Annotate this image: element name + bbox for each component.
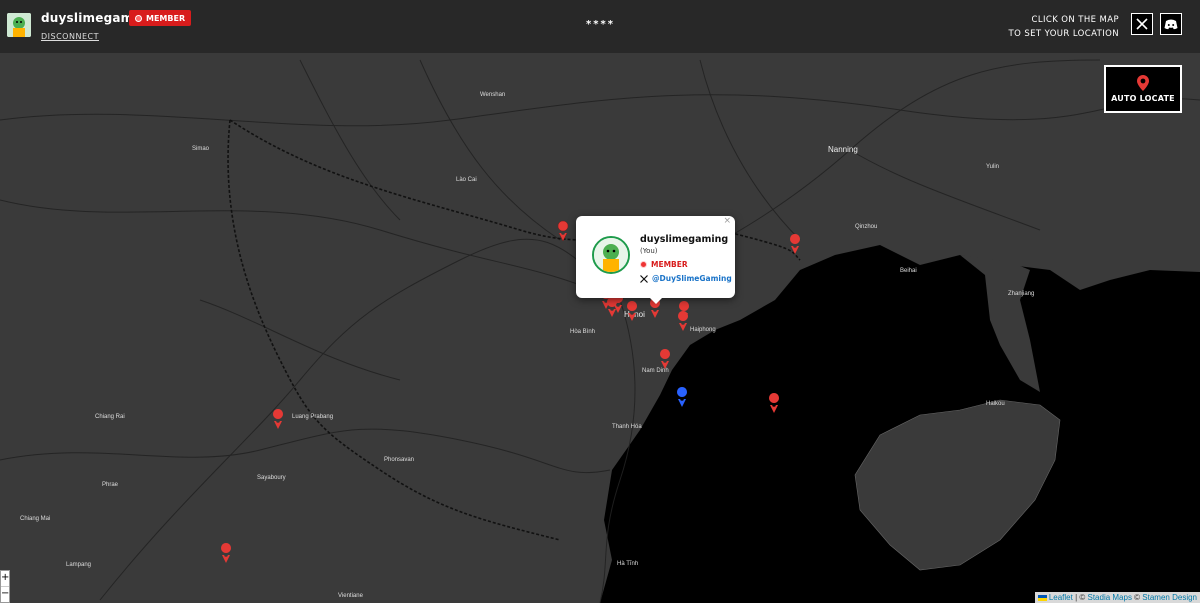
auto-locate-label: AUTO LOCATE [1111, 94, 1175, 103]
label-ha-tinh: Hà Tĩnh [617, 561, 638, 567]
label-beihai: Beihai [900, 268, 917, 274]
popup-member-label: MEMBER [651, 260, 688, 269]
label-zhanjiang: Zhanjiang [1008, 291, 1034, 297]
popup-member-badge: MEMBER [640, 260, 688, 269]
label-qinzhou: Qinzhou [855, 224, 877, 230]
stamen-link[interactable]: Stamen Design [1142, 593, 1197, 602]
label-chiang-mai: Chiang Mai [20, 516, 50, 522]
discord-button[interactable] [1160, 13, 1182, 35]
x-logo-icon [1136, 18, 1148, 30]
header-center-text: **** [586, 19, 615, 30]
user-avatar[interactable] [7, 13, 31, 37]
hint-line-2: TO SET YOUR LOCATION [1008, 29, 1119, 39]
label-luang-prabang: Luang Prabang [292, 414, 333, 420]
popup-username: duyslimegaming [640, 234, 729, 245]
label-phonsavan: Phonsavan [384, 457, 414, 463]
popup-close-button[interactable]: × [723, 216, 731, 226]
top-bar: duyslimegaming MEMBER DISCONNECT **** CL… [0, 0, 1200, 53]
avatar-image [7, 13, 31, 37]
leaflet-flag-icon [1037, 594, 1047, 601]
label-simao: Simao [192, 146, 210, 152]
map-attribution: Leaflet | © Stadia Maps © Stamen Design [1034, 592, 1200, 603]
location-pin-icon [1137, 75, 1149, 91]
map-canvas[interactable]: Nanning Hanoi Haiphong Nam Dinh Hòa Bình… [0, 0, 1200, 603]
label-yulin: Yulin [986, 164, 999, 170]
label-wenshan: Wenshan [480, 92, 505, 98]
hint-line-1: CLICK ON THE MAP [1031, 15, 1119, 25]
label-haikou: Haikou [986, 401, 1005, 407]
popup-member-dot-icon [640, 261, 647, 268]
auto-locate-button[interactable]: AUTO LOCATE [1104, 65, 1182, 113]
leaflet-link[interactable]: Leaflet [1049, 593, 1073, 602]
popup-avatar [592, 236, 630, 274]
label-nanning: Nanning [828, 145, 858, 154]
x-logo-icon [640, 274, 648, 283]
location-hint: CLICK ON THE MAP TO SET YOUR LOCATION [1009, 13, 1119, 41]
label-lao-cai: Lào Cai [456, 177, 477, 183]
attribution-sep-2: © [1131, 593, 1143, 602]
member-badge: MEMBER [129, 10, 192, 26]
label-haiphong: Haiphong [690, 327, 716, 333]
zoom-in-button[interactable]: + [1, 571, 9, 587]
label-hoa-binh: Hòa Bình [570, 329, 595, 335]
popup-avatar-image [594, 238, 628, 272]
label-chiang-rai: Chiang Rai [95, 414, 125, 420]
stadia-link[interactable]: Stadia Maps [1087, 593, 1131, 602]
label-nam-dinh: Nam Dinh [642, 368, 669, 374]
popup-you-label: (You) [640, 247, 658, 255]
label-phrae: Phrae [102, 482, 119, 488]
discord-icon [1164, 19, 1178, 29]
twitter-handle-link[interactable]: @DuySlimeGaming [652, 274, 732, 283]
zoom-out-button[interactable]: − [1, 587, 9, 602]
member-badge-label: MEMBER [146, 13, 186, 23]
user-popup: × duyslimegaming (You) MEMBER @DuySlimeG… [576, 216, 735, 304]
member-dot-icon [135, 14, 142, 22]
label-vientiane: Vientiane [338, 593, 364, 599]
label-lampang: Lampang [66, 562, 91, 568]
zoom-control: + − [0, 570, 10, 603]
disconnect-link[interactable]: DISCONNECT [41, 32, 99, 41]
label-thanh-hoa: Thanh Hóa [612, 424, 642, 430]
x-button[interactable] [1131, 13, 1153, 35]
attribution-sep-1: | © [1072, 593, 1088, 602]
label-sayaboury: Sayaboury [257, 475, 286, 481]
popup-twitter: @DuySlimeGaming [640, 274, 732, 283]
